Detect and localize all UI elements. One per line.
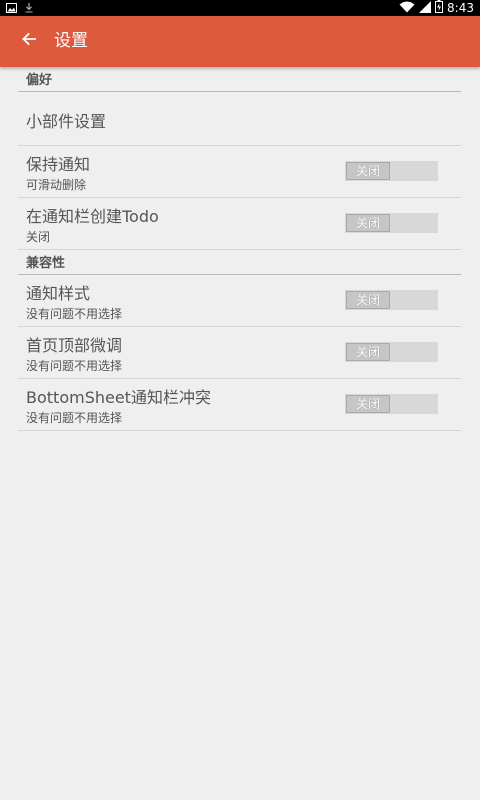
toggle-thumb: 关闭 — [346, 395, 390, 413]
status-bar-right: 8:43 — [399, 0, 474, 16]
toggle-thumb: 关闭 — [346, 291, 390, 309]
status-bar: 8:43 — [0, 0, 480, 16]
category-header-preferences: 偏好 — [18, 67, 461, 92]
pref-summary: 没有问题不用选择 — [26, 307, 123, 321]
page-title: 设置 — [54, 31, 88, 51]
status-time: 8:43 — [447, 1, 474, 15]
image-icon — [6, 2, 17, 16]
toggle-thumb: 关闭 — [346, 162, 390, 180]
pref-title: BottomSheet通知栏冲突 — [26, 388, 211, 407]
pref-keep-notification[interactable]: 保持通知 可滑动删除 关闭 — [18, 146, 461, 198]
pref-title: 小部件设置 — [26, 112, 107, 131]
pref-bottomsheet-conflict[interactable]: BottomSheet通知栏冲突 没有问题不用选择 关闭 — [18, 379, 461, 431]
pref-title: 保持通知 — [26, 155, 91, 174]
pref-title: 通知样式 — [26, 284, 91, 303]
pref-widget-settings[interactable]: 小部件设置 — [18, 92, 461, 146]
pref-home-top-adjust[interactable]: 首页顶部微调 没有问题不用选择 关闭 — [18, 327, 461, 379]
pref-title: 在通知栏创建Todo — [26, 207, 159, 226]
bottomsheet-conflict-toggle[interactable]: 关闭 — [345, 394, 438, 414]
pref-summary: 没有问题不用选择 — [26, 411, 123, 425]
battery-icon — [435, 0, 444, 16]
pref-create-todo-notification[interactable]: 在通知栏创建Todo 关闭 关闭 — [18, 198, 461, 250]
wifi-icon — [399, 1, 415, 16]
notification-style-toggle[interactable]: 关闭 — [345, 290, 438, 310]
pref-summary: 关闭 — [26, 230, 51, 244]
pref-notification-style[interactable]: 通知样式 没有问题不用选择 关闭 — [18, 275, 461, 327]
pref-title: 首页顶部微调 — [26, 336, 123, 355]
settings-list: 偏好 小部件设置 保持通知 可滑动删除 关闭 在通知栏创建Todo 关闭 关闭 … — [18, 67, 461, 431]
category-header-compatibility: 兼容性 — [18, 250, 461, 275]
status-bar-left — [6, 2, 33, 16]
home-top-adjust-toggle[interactable]: 关闭 — [345, 342, 438, 362]
download-icon — [25, 2, 33, 16]
toggle-thumb: 关闭 — [346, 343, 390, 361]
back-button[interactable] — [14, 26, 44, 56]
app-bar: 设置 — [0, 16, 480, 67]
pref-summary: 没有问题不用选择 — [26, 359, 123, 373]
arrow-left-icon — [21, 31, 37, 51]
pref-summary: 可滑动删除 — [26, 178, 87, 192]
keep-notification-toggle[interactable]: 关闭 — [345, 161, 438, 181]
create-todo-toggle[interactable]: 关闭 — [345, 213, 438, 233]
signal-icon — [419, 0, 432, 16]
toggle-thumb: 关闭 — [346, 214, 390, 232]
